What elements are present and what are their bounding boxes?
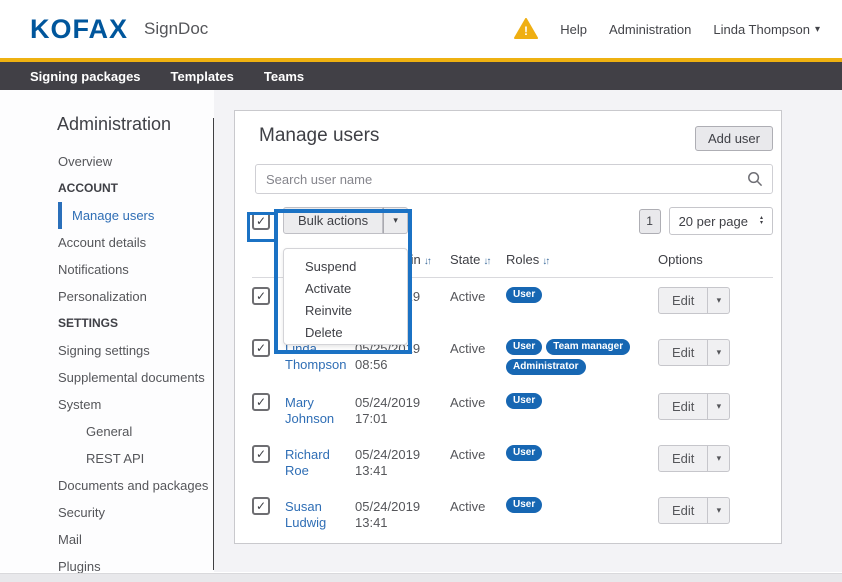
sidebar-item-security[interactable]: Security [0,499,214,526]
user-name-link[interactable]: Mary Johnson [285,393,355,427]
page: KOFAX SignDoc ! Help Administration Lind… [0,0,842,582]
bulk-actions-button[interactable]: Bulk actions [283,207,383,234]
sidebar-item-account-details[interactable]: Account details [0,229,214,256]
role-badge: Administrator [506,359,586,375]
page-1-button[interactable]: 1 [639,209,661,234]
help-link[interactable]: Help [560,22,587,37]
col-roles[interactable]: Roles↓↑ [506,252,658,267]
state-cell: Active [450,497,506,515]
nav-teams[interactable]: Teams [264,69,304,84]
edit-button[interactable]: Edit [658,287,708,314]
bulk-actions-caret-icon[interactable]: ▾ [383,207,408,234]
bulk-actions-menu: Suspend Activate Reinvite Delete [283,248,408,345]
col-state[interactable]: State↓↑ [450,252,506,267]
select-arrows-icon: ▴▾ [760,216,763,226]
edit-split-button: Edit ▾ [658,445,730,472]
edit-button[interactable]: Edit [658,497,708,524]
role-badge: User [506,497,542,513]
menu-item-activate[interactable]: Activate [284,278,407,300]
sidebar-item-signing-settings[interactable]: Signing settings [0,337,214,364]
sort-icon: ↓↑ [542,256,548,267]
edit-split-button: Edit ▾ [658,497,730,524]
admin-sidebar: Administration Overview ACCOUNT Manage u… [0,90,214,572]
edit-caret-icon[interactable]: ▾ [708,497,730,524]
per-page-value: 20 per page [679,214,748,229]
edit-caret-icon[interactable]: ▾ [708,445,730,472]
last-sign-in-cell: 05/24/2019 17:01 [355,393,450,427]
page-title: Manage users [259,125,379,147]
sidebar-item-documents-and-packages[interactable]: Documents and packages [0,472,214,499]
sidebar-item-supplemental-documents[interactable]: Supplemental documents [0,364,214,391]
edit-button[interactable]: Edit [658,339,708,366]
row-checkbox[interactable]: ✓ [252,497,270,515]
search-icon[interactable] [747,171,763,192]
edit-caret-icon[interactable]: ▾ [708,393,730,420]
svg-text:!: ! [524,24,528,38]
administration-link[interactable]: Administration [609,22,691,37]
top-header: KOFAX SignDoc ! Help Administration Lind… [0,0,842,62]
edit-button[interactable]: Edit [658,393,708,420]
search-input[interactable] [255,164,773,194]
edit-split-button: Edit ▾ [658,339,730,366]
manage-users-card: Manage users Add user ✓ [234,110,782,544]
last-sign-in-cell: 05/24/2019 13:41 [355,445,450,479]
menu-item-delete[interactable]: Delete [284,322,407,344]
state-cell: Active [450,339,506,357]
product-name: SignDoc [144,19,208,39]
sidebar-section-account: ACCOUNT [0,175,214,202]
kofax-logo: KOFAX [30,14,128,45]
edit-button[interactable]: Edit [658,445,708,472]
sort-icon: ↓↑ [424,256,430,267]
role-badge: User [506,339,542,355]
add-user-button[interactable]: Add user [695,126,773,151]
sidebar-item-system[interactable]: System [0,391,214,418]
per-page-select[interactable]: 20 per page ▴▾ [669,207,773,235]
user-menu[interactable]: Linda Thompson ▾ [713,22,820,37]
menu-item-suspend[interactable]: Suspend [284,256,407,278]
table-row: ✓ Mary Johnson 05/24/2019 17:01 Active U… [252,384,773,436]
role-badge: Team manager [546,339,630,355]
state-cell: Active [450,445,506,463]
col-options: Options [658,252,773,267]
sidebar-item-manage-users[interactable]: Manage users [58,202,214,229]
last-sign-in-cell: 05/24/2019 13:41 [355,497,450,531]
warning-icon[interactable]: ! [514,18,538,40]
state-cell: Active [450,287,506,305]
bulk-toolbar: ✓ Bulk actions ▾ 1 20 per page ▴▾ [235,206,781,236]
sidebar-item-general[interactable]: General [0,418,214,445]
edit-split-button: Edit ▾ [658,287,730,314]
role-badge: User [506,393,542,409]
sidebar-item-mail[interactable]: Mail [0,526,214,553]
table-row: ✓ Susan Ludwig 05/24/2019 13:41 Active U… [252,488,773,540]
sort-icon: ↓↑ [483,256,489,267]
row-checkbox[interactable]: ✓ [252,287,270,305]
row-checkbox[interactable]: ✓ [252,445,270,463]
table-row: ✓ Richard Roe 05/24/2019 13:41 Active Us… [252,436,773,488]
role-badge: User [506,287,542,303]
select-all-checkbox[interactable]: ✓ [252,212,270,230]
edit-split-button: Edit ▾ [658,393,730,420]
edit-caret-icon[interactable]: ▾ [708,287,730,314]
sidebar-item-notifications[interactable]: Notifications [0,256,214,283]
sidebar-item-overview[interactable]: Overview [0,148,214,175]
main-area: Manage users Add user ✓ [214,90,842,572]
nav-signing-packages[interactable]: Signing packages [30,69,141,84]
main-nav: Signing packages Templates Teams [0,62,842,90]
sidebar-section-settings: SETTINGS [0,310,214,337]
chevron-down-icon: ▾ [815,24,820,35]
state-cell: Active [450,393,506,411]
user-name: Linda Thompson [713,22,810,37]
nav-templates[interactable]: Templates [171,69,234,84]
bottom-strip [0,573,842,582]
edit-caret-icon[interactable]: ▾ [708,339,730,366]
user-name-link[interactable]: Richard Roe [285,445,355,479]
user-name-link[interactable]: Susan Ludwig [285,497,355,531]
row-checkbox[interactable]: ✓ [252,339,270,357]
menu-item-reinvite[interactable]: Reinvite [284,300,407,322]
sidebar-item-personalization[interactable]: Personalization [0,283,214,310]
role-badge: User [506,445,542,461]
sidebar-title: Administration [0,90,214,135]
sidebar-item-rest-api[interactable]: REST API [0,445,214,472]
row-checkbox[interactable]: ✓ [252,393,270,411]
